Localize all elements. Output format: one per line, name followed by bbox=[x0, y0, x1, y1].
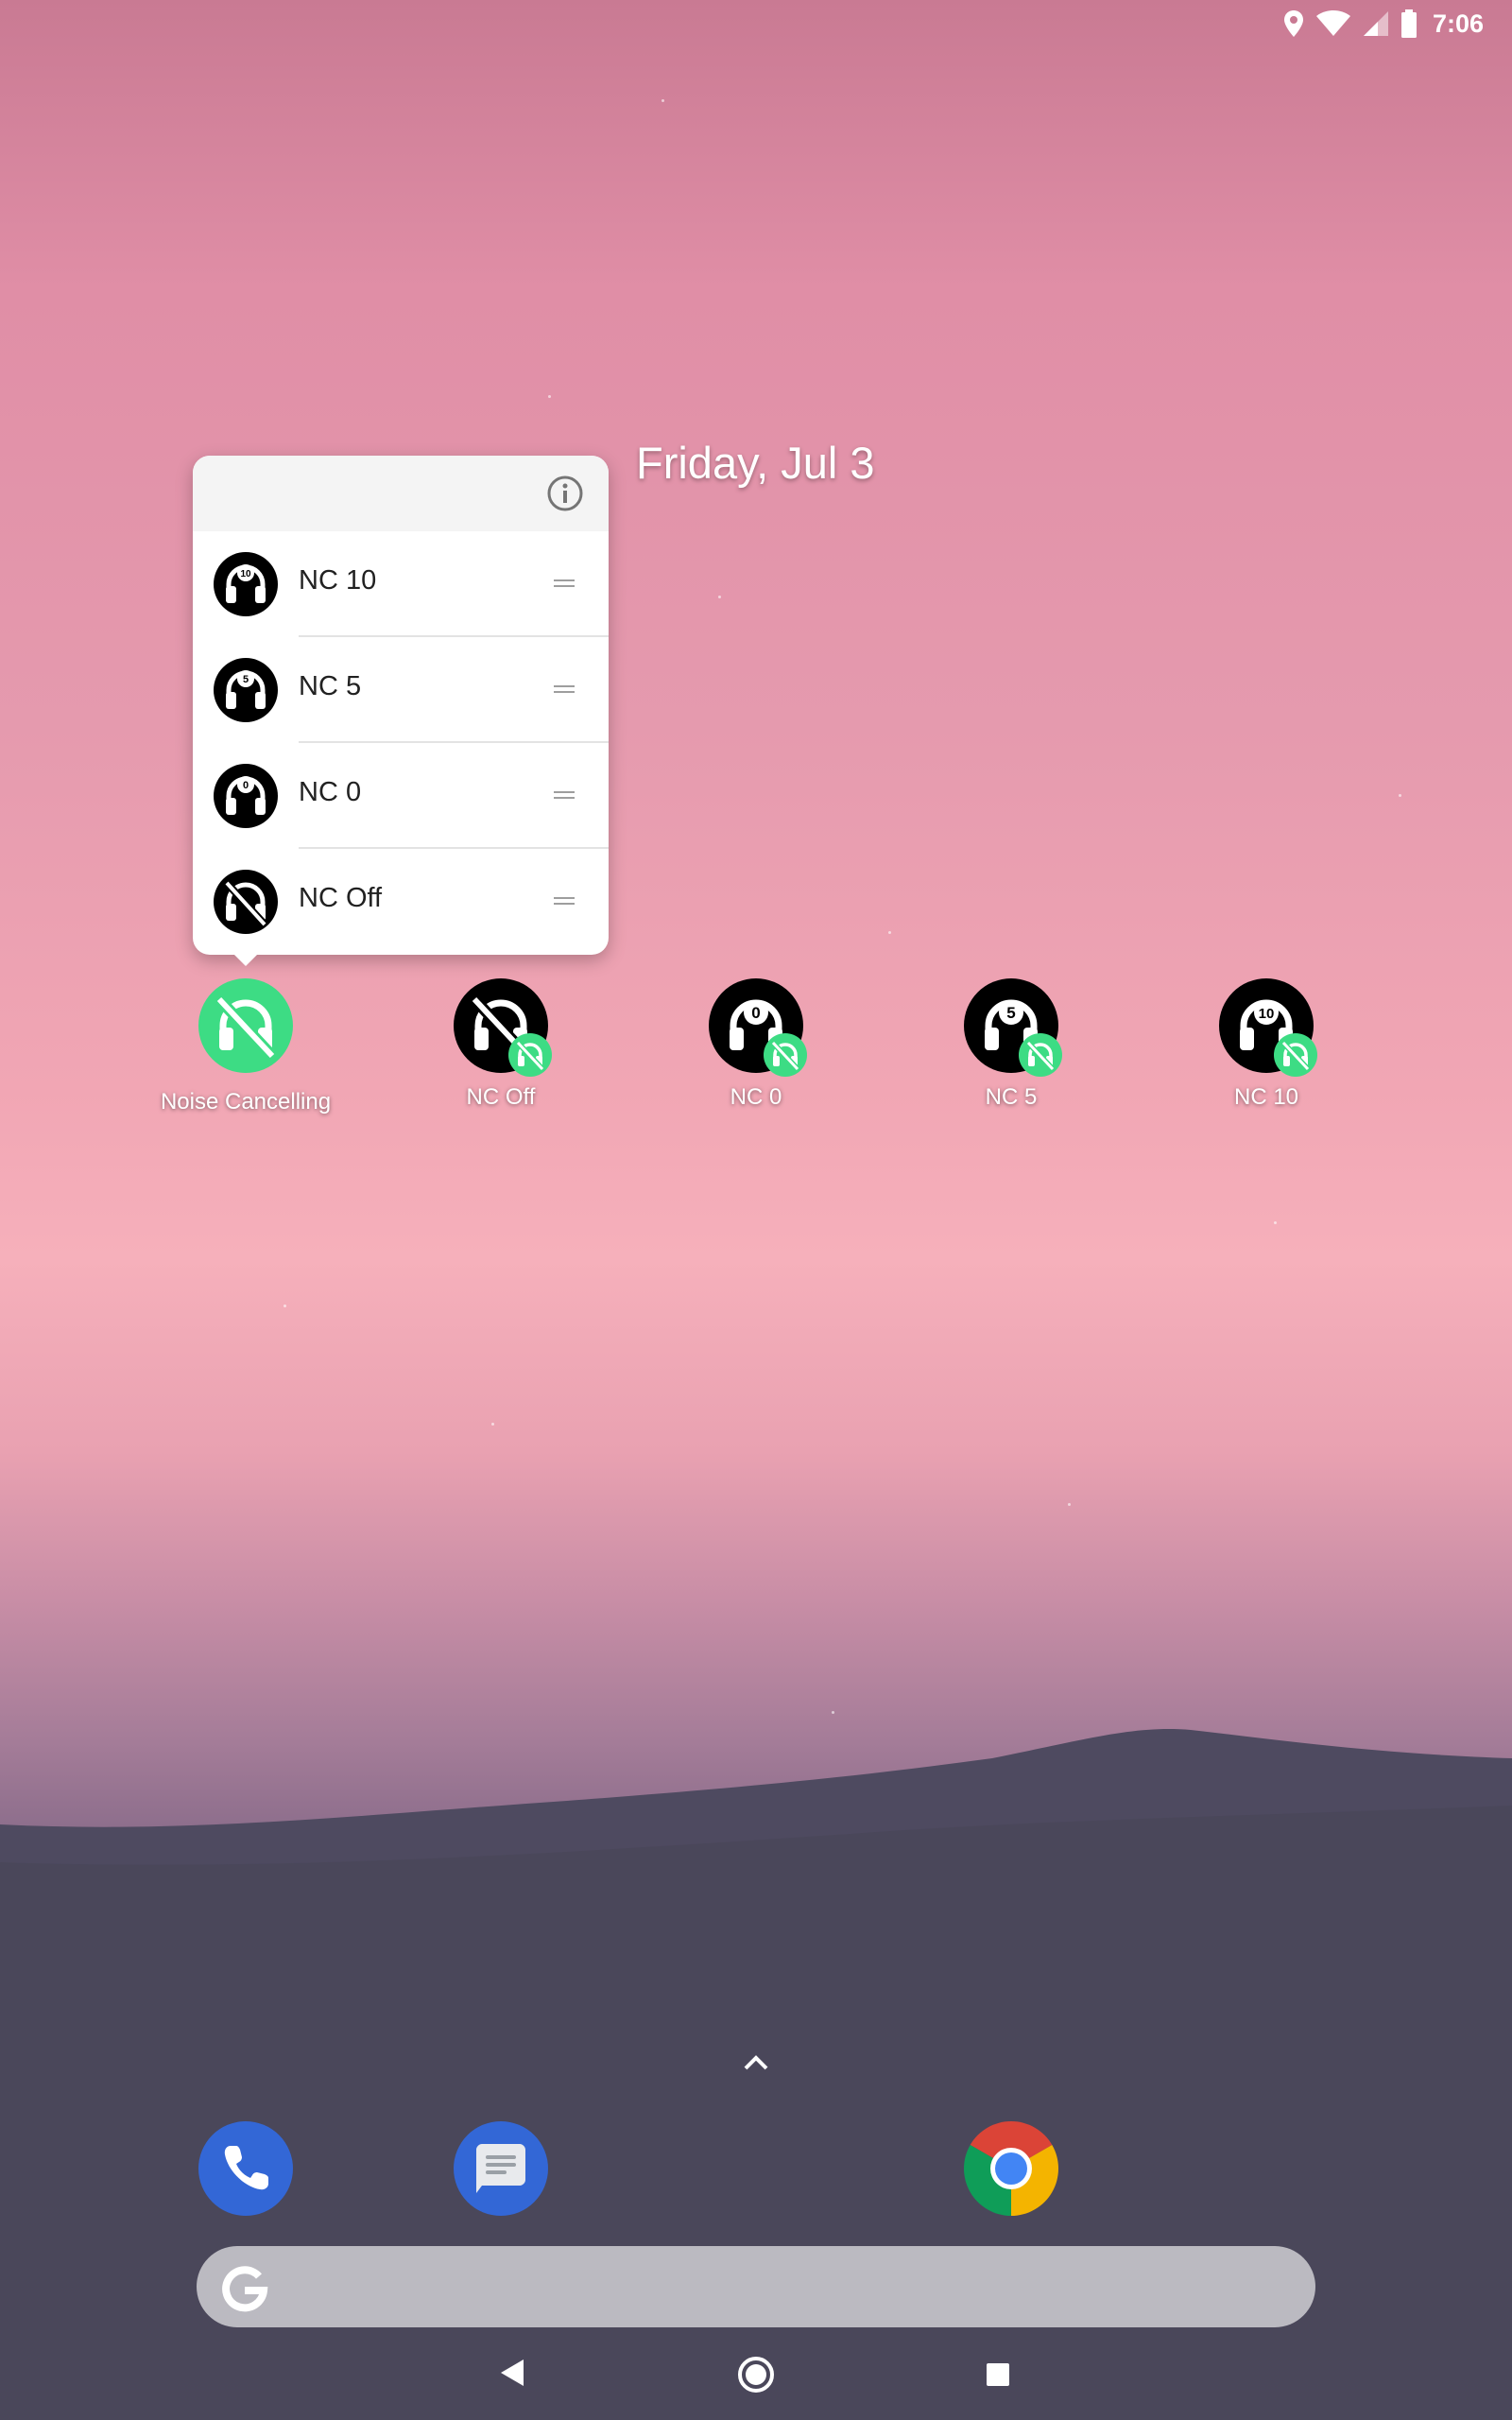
google-search-bar[interactable] bbox=[197, 2246, 1315, 2327]
google-g-icon bbox=[222, 2266, 268, 2312]
location-icon bbox=[1283, 10, 1303, 37]
chrome-icon[interactable] bbox=[964, 2121, 1058, 2216]
app-noise-cancelling[interactable]: Noise Cancelling bbox=[151, 978, 340, 1115]
phone-icon[interactable] bbox=[198, 2121, 293, 2216]
drag-handle-icon[interactable] bbox=[554, 579, 575, 588]
nc-off-icon bbox=[214, 870, 278, 934]
date-widget[interactable]: Friday, Jul 3 bbox=[636, 437, 875, 489]
app-label: Noise Cancelling bbox=[160, 1089, 332, 1115]
battery-icon bbox=[1400, 9, 1417, 38]
popup-item-label: NC Off bbox=[299, 883, 383, 913]
popup-item-nc-0[interactable]: 0 NC 0 bbox=[193, 743, 609, 849]
app-label: NC 0 bbox=[730, 1084, 782, 1110]
drag-handle-icon[interactable] bbox=[554, 896, 575, 906]
app-label: NC Off bbox=[466, 1084, 536, 1110]
popup-item-nc-10[interactable]: 10 NC 10 bbox=[193, 531, 609, 637]
nc-10-icon: 10 bbox=[214, 552, 278, 616]
svg-text:5: 5 bbox=[243, 674, 249, 685]
shortcut-nc-10[interactable]: 10 NC 10 bbox=[1172, 978, 1361, 1111]
shortcut-nc-0[interactable]: 0 NC 0 bbox=[662, 978, 850, 1111]
svg-text:0: 0 bbox=[751, 1004, 760, 1022]
clock: 7:06 bbox=[1432, 9, 1484, 38]
nc-5-icon: 5 bbox=[214, 658, 278, 722]
popup-item-nc-off[interactable]: NC Off bbox=[193, 849, 609, 955]
svg-text:5: 5 bbox=[1006, 1004, 1015, 1022]
app-drawer-chevron-up-icon[interactable] bbox=[743, 2053, 769, 2072]
noise-cancelling-badge-icon bbox=[1274, 1033, 1317, 1077]
app-label: NC 5 bbox=[985, 1084, 1038, 1110]
noise-cancelling-badge-icon bbox=[1019, 1033, 1062, 1077]
shortcut-nc-5[interactable]: 5 NC 5 bbox=[917, 978, 1106, 1111]
nc-0-icon: 0 bbox=[214, 764, 278, 828]
app-label: NC 10 bbox=[1233, 1084, 1299, 1110]
app-info-icon[interactable] bbox=[546, 475, 584, 512]
recents-icon[interactable] bbox=[985, 2361, 1011, 2388]
drag-handle-icon[interactable] bbox=[554, 790, 575, 800]
drag-handle-icon[interactable] bbox=[554, 684, 575, 694]
popup-item-nc-5[interactable]: 5 NC 5 bbox=[193, 637, 609, 743]
signal-icon bbox=[1363, 11, 1388, 36]
noise-cancelling-app-icon bbox=[198, 978, 293, 1073]
popup-pointer bbox=[232, 953, 259, 966]
svg-text:10: 10 bbox=[1259, 1006, 1275, 1022]
svg-text:0: 0 bbox=[243, 780, 249, 791]
noise-cancelling-badge-icon bbox=[508, 1033, 552, 1077]
messages-icon[interactable] bbox=[454, 2121, 548, 2216]
wifi-icon bbox=[1315, 10, 1350, 36]
back-icon[interactable] bbox=[499, 2358, 525, 2388]
app-shortcuts-popup: 10 NC 10 5 NC 5 0 NC 0 NC Off bbox=[193, 456, 609, 955]
home-icon[interactable] bbox=[737, 2356, 775, 2394]
status-bar: 7:06 bbox=[0, 0, 1512, 45]
popup-item-label: NC 0 bbox=[299, 777, 362, 807]
shortcut-nc-off[interactable]: NC Off bbox=[406, 978, 595, 1111]
popup-item-label: NC 5 bbox=[299, 671, 362, 701]
svg-text:10: 10 bbox=[240, 569, 251, 579]
popup-header bbox=[193, 456, 609, 531]
noise-cancelling-badge-icon bbox=[764, 1033, 807, 1077]
popup-item-label: NC 10 bbox=[299, 565, 377, 596]
